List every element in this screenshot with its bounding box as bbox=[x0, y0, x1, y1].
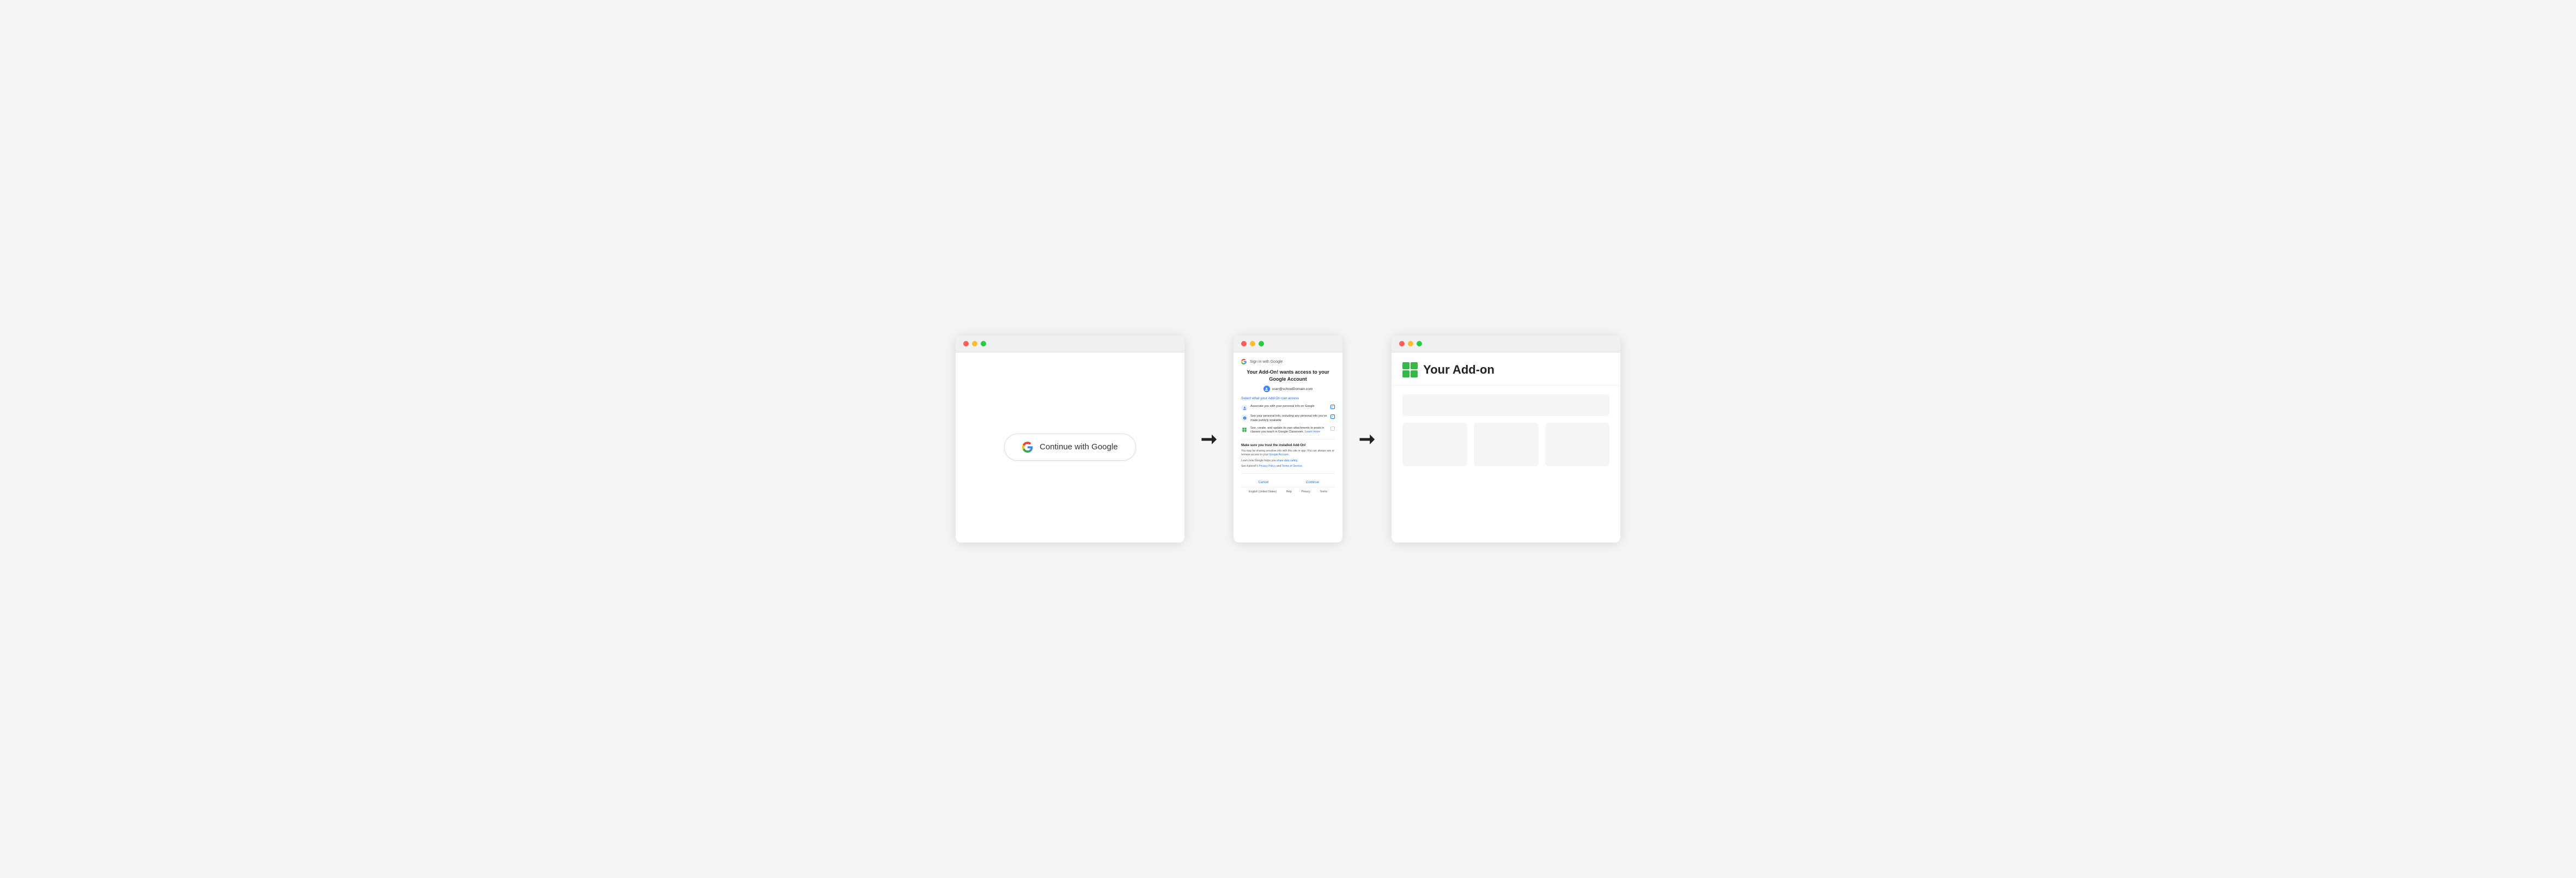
dot-green-2 bbox=[1259, 341, 1264, 346]
language-selector[interactable]: English (United States) bbox=[1249, 490, 1277, 493]
addon-title: Your Add-on bbox=[1423, 363, 1494, 377]
titlebar-1 bbox=[956, 336, 1184, 352]
terms-link[interactable]: Terms bbox=[1320, 490, 1327, 493]
google-logo-icon bbox=[1022, 442, 1033, 453]
google-g-small-icon bbox=[1241, 359, 1247, 364]
permission-item-3: See, create, and update its own attachme… bbox=[1241, 426, 1335, 435]
permission-item-2: See your personal info, including any pe… bbox=[1241, 414, 1335, 423]
dot-red-2 bbox=[1241, 341, 1247, 346]
user-avatar bbox=[1263, 386, 1270, 392]
arrow-2: ➞ bbox=[1359, 428, 1375, 450]
perm-icon-1 bbox=[1241, 405, 1248, 411]
dot-yellow-2 bbox=[1250, 341, 1255, 346]
trust-text-1: You may be sharing sensitive info with t… bbox=[1241, 449, 1335, 458]
logo-sq-1 bbox=[1402, 362, 1409, 369]
help-link[interactable]: Help bbox=[1286, 490, 1292, 493]
perm-icon-3 bbox=[1241, 426, 1248, 433]
dot-green-3 bbox=[1417, 341, 1422, 346]
addon-body bbox=[1392, 386, 1620, 541]
perm-text-3: See, create, and update its own attachme… bbox=[1250, 426, 1328, 435]
window-1-content: Continue with Google bbox=[956, 352, 1184, 541]
user-email: user@schoolDomain.com bbox=[1272, 387, 1313, 391]
oauth-panel: Sign in with Google Your Add-On! wants a… bbox=[1234, 352, 1342, 541]
perm-text-1: Associate you with your personal info on… bbox=[1250, 405, 1328, 409]
placeholder-box-1 bbox=[1402, 423, 1467, 466]
continue-with-google-button[interactable]: Continue with Google bbox=[1004, 434, 1135, 461]
perm-checkbox-2[interactable] bbox=[1330, 414, 1335, 419]
perm-text-2: See your personal info, including any pe… bbox=[1250, 414, 1328, 423]
oauth-action-buttons: Cancel Continue bbox=[1241, 478, 1335, 487]
perm-checkbox-1[interactable] bbox=[1330, 405, 1335, 409]
oauth-title: Your Add-On! wants access to your Google… bbox=[1241, 369, 1335, 382]
select-text: Select what bbox=[1241, 397, 1260, 400]
perm-icon-2 bbox=[1241, 414, 1248, 421]
logo-sq-4 bbox=[1411, 370, 1418, 377]
classroom-icon bbox=[1242, 428, 1247, 432]
window-2: Sign in with Google Your Add-On! wants a… bbox=[1234, 336, 1342, 542]
trust-text-3: See Kahoot!'s Privacy Policy and Terms o… bbox=[1241, 465, 1335, 469]
oauth-header: Sign in with Google bbox=[1241, 359, 1335, 364]
arrow-1: ➞ bbox=[1201, 428, 1217, 450]
cancel-button[interactable]: Cancel bbox=[1241, 478, 1286, 487]
addon-name-link: your Add-On bbox=[1260, 397, 1280, 400]
dot-red-3 bbox=[1399, 341, 1405, 346]
dot-yellow bbox=[972, 341, 977, 346]
titlebar-3 bbox=[1392, 336, 1620, 352]
placeholder-wide bbox=[1402, 394, 1609, 416]
dot-yellow-3 bbox=[1408, 341, 1413, 346]
continue-button[interactable]: Continue bbox=[1290, 478, 1335, 487]
person-icon bbox=[1243, 406, 1247, 410]
can-access-text: can access bbox=[1281, 397, 1299, 400]
dot-red bbox=[963, 341, 969, 346]
continue-with-google-label: Continue with Google bbox=[1040, 442, 1117, 452]
oauth-divider-2 bbox=[1241, 473, 1335, 474]
oauth-footer: English (United States) Help Privacy Ter… bbox=[1241, 487, 1335, 496]
trust-text-2: Learn how Google helps you share data sa… bbox=[1241, 459, 1335, 464]
privacy-link[interactable]: Privacy bbox=[1301, 490, 1310, 493]
info-icon bbox=[1243, 416, 1247, 420]
oauth-email-row: user@schoolDomain.com bbox=[1241, 386, 1335, 392]
addon-logo-icon bbox=[1402, 362, 1418, 377]
perm-checkbox-3[interactable] bbox=[1330, 426, 1335, 431]
permission-item-1: Associate you with your personal info on… bbox=[1241, 405, 1335, 411]
logo-sq-3 bbox=[1402, 370, 1409, 377]
trust-title: Make sure you trust the installed Add-On… bbox=[1241, 444, 1335, 447]
window-3: Your Add-on bbox=[1392, 336, 1620, 542]
addon-header: Your Add-on bbox=[1392, 352, 1620, 386]
oauth-divider bbox=[1241, 439, 1335, 440]
dot-green bbox=[981, 341, 986, 346]
titlebar-2 bbox=[1234, 336, 1342, 352]
select-label: Select what your Add-On can access bbox=[1241, 397, 1335, 400]
placeholder-box-3 bbox=[1545, 423, 1610, 466]
window-2-content: Sign in with Google Your Add-On! wants a… bbox=[1234, 352, 1342, 541]
user-icon bbox=[1265, 387, 1268, 391]
logo-sq-2 bbox=[1411, 362, 1418, 369]
window-3-content: Your Add-on bbox=[1392, 352, 1620, 541]
flow-container: Continue with Google ➞ Sign bbox=[907, 336, 1669, 542]
sign-in-with-google-label: Sign in with Google bbox=[1250, 360, 1283, 364]
placeholder-box-2 bbox=[1474, 423, 1539, 466]
window-1: Continue with Google bbox=[956, 336, 1184, 542]
trust-section: Make sure you trust the installed Add-On… bbox=[1241, 444, 1335, 469]
